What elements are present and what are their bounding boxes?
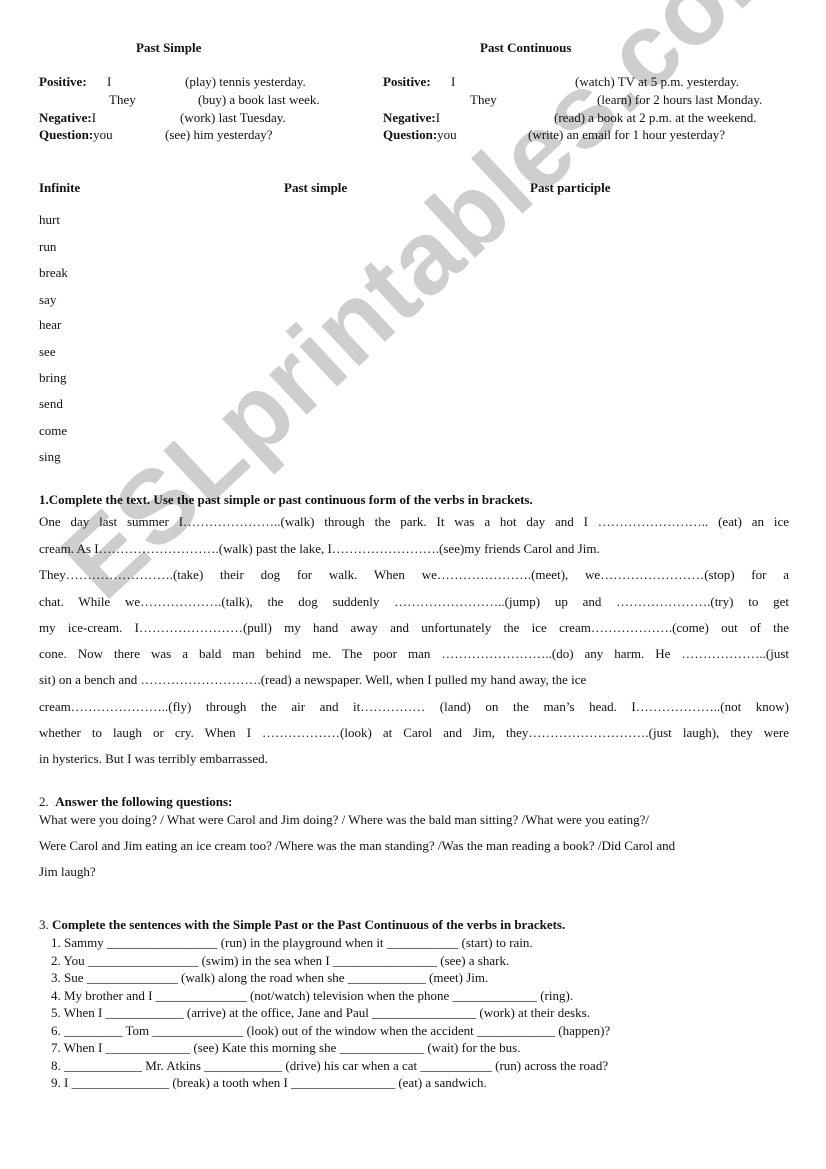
past-simple-question: Question:you (see) him yesterday? <box>39 127 273 143</box>
exercise-2-heading: Answer the following questions: <box>55 794 233 809</box>
exercise-1-line: whether to laugh or cry. When I ………………(l… <box>39 725 789 740</box>
past-continuous-question: Question:you (write) an email for 1 hour… <box>383 127 725 143</box>
subject: I <box>91 110 97 125</box>
verb-row: come <box>39 423 68 438</box>
verb-row: sing <box>39 449 61 464</box>
past-continuous-title: Past Continuous <box>480 40 572 55</box>
sentence-rest: (see) him yesterday? <box>165 127 273 142</box>
exercise-1-line: chat. While we……………….(talk), the dog sud… <box>39 594 789 609</box>
verb-row: break <box>39 265 68 280</box>
verb-row: hurt <box>39 212 60 227</box>
column-header-past-participle: Past participle <box>530 180 611 195</box>
exercise-2-line: What were you doing? / What were Carol a… <box>39 812 649 827</box>
exercise-3-sentence: 2. You _________________ (swim) in the s… <box>51 953 510 968</box>
column-header-infinite: Infinite <box>39 180 81 195</box>
exercise-1-line: They…………………….(take) their dog for walk. … <box>39 567 789 582</box>
sentence-rest: (play) tennis yesterday. <box>185 74 306 89</box>
past-continuous-positive-1: Positive: I (watch) TV at 5 p.m. yesterd… <box>383 74 739 90</box>
subject: They <box>470 92 497 107</box>
positive-label: Positive: <box>39 74 87 89</box>
verb-row: run <box>39 239 57 254</box>
exercise-3-sentence: 1. Sammy _________________ (run) in the … <box>51 935 533 950</box>
subject: I <box>107 74 112 89</box>
subject: They <box>109 92 136 107</box>
column-header-past-simple: Past simple <box>284 180 348 195</box>
question-label: Question: <box>39 127 94 142</box>
exercise-3-sentence: 4. My brother and I ______________ (not/… <box>51 988 574 1003</box>
sentence-rest: (watch) TV at 5 p.m. yesterday. <box>575 74 740 89</box>
exercise-3-sentence: 3. Sue ______________ (walk) along the r… <box>51 970 489 985</box>
past-simple-positive-1: Positive: I (play) tennis yesterday. <box>39 74 306 90</box>
sentence-rest: (buy) a book last week. <box>198 92 320 107</box>
exercise-2-line: Were Carol and Jim eating an ice cream t… <box>39 838 676 853</box>
negative-label: Negative: <box>383 110 436 125</box>
positive-label: Positive: <box>383 74 431 89</box>
past-simple-negative: Negative:I (work) last Tuesday. <box>39 110 286 126</box>
exercise-1-line: my ice-cream. I……………………(pull) my hand aw… <box>39 620 789 635</box>
past-simple-title: Past Simple <box>136 40 202 55</box>
subject: I <box>435 110 441 125</box>
verb-row: say <box>39 292 57 307</box>
exercise-1-line: sit) on a bench and ……………………….(read) a n… <box>39 672 587 687</box>
exercise-1-line: in hysterics. But I was terribly embarra… <box>39 751 268 766</box>
verb-row: send <box>39 396 63 411</box>
exercise-1-line: cream. As I……………………….(walk) past the lak… <box>39 541 600 556</box>
exercise-3-sentence: 6. _________ Tom ______________ (look) o… <box>51 1023 611 1038</box>
sentence-rest: (read) a book at 2 p.m. at the weekend. <box>554 110 757 125</box>
sentence-rest: (work) last Tuesday. <box>180 110 286 125</box>
exercise-3-number: 3. <box>39 917 49 932</box>
question-label: Question: <box>383 127 438 142</box>
exercise-3-sentence: 8. ____________ Mr. Atkins ____________ … <box>51 1058 609 1073</box>
verb-row: see <box>39 344 56 359</box>
exercise-3-heading-row: 3. Complete the sentences with the Simpl… <box>39 917 565 933</box>
exercise-1-line: One day last summer I…………………..(walk) thr… <box>39 514 789 529</box>
sentence-rest: (learn) for 2 hours last Monday. <box>597 92 763 107</box>
verb-row: bring <box>39 370 67 385</box>
sentence-rest: (write) an email for 1 hour yesterday? <box>528 127 726 142</box>
exercise-3-heading: Complete the sentences with the Simple P… <box>52 917 566 932</box>
subject: you <box>437 127 457 142</box>
exercise-2-heading-row: 2. Answer the following questions: <box>39 794 232 810</box>
exercise-3-sentence: 5. When I ____________ (arrive) at the o… <box>51 1005 590 1020</box>
exercise-3-sentence: 7. When I _____________ (see) Kate this … <box>51 1040 521 1055</box>
exercise-3-sentence: 9. I _______________ (break) a tooth whe… <box>51 1075 487 1090</box>
negative-label: Negative: <box>39 110 92 125</box>
verb-row: hear <box>39 317 62 332</box>
subject: I <box>451 74 456 89</box>
subject: you <box>93 127 113 142</box>
exercise-1-line: cone. Now there was a bald man behind me… <box>39 646 789 661</box>
past-continuous-negative: Negative:I (read) a book at 2 p.m. at th… <box>383 110 757 126</box>
exercise-2-number: 2. <box>39 794 49 809</box>
exercise-1-heading: 1.Complete the text. Use the past simple… <box>39 492 533 507</box>
exercise-1-line: cream…………………..(fly) through the air and … <box>39 699 789 714</box>
exercise-2-line: Jim laugh? <box>39 864 96 879</box>
